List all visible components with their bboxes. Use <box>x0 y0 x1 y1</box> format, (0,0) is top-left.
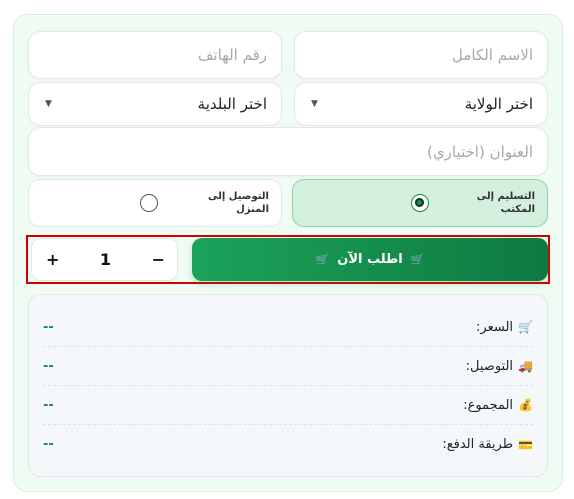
payment-value: -- <box>43 437 54 452</box>
state-select-value: اختر الولاية <box>464 95 533 113</box>
city-select-value: اختر البلدية <box>197 95 267 113</box>
address-field[interactable] <box>28 127 548 176</box>
price-label: السعر: <box>476 319 514 335</box>
cart-icon: 🛒 <box>410 253 425 266</box>
summary-row-payment: -- 💳 طريقة الدفع: <box>43 425 533 464</box>
summary-row-price: -- 🛒 السعر: <box>43 308 533 347</box>
delivery-home-option[interactable]: التوصيل إلى المنزل <box>28 179 282 227</box>
order-action-row: + 1 − 🛒 اطلب الآن 🛒 <box>26 235 550 284</box>
full-name-input[interactable] <box>295 32 547 78</box>
state-select[interactable]: ▼ اختر الولاية <box>294 82 548 126</box>
cart-icon: 🛒 <box>315 253 330 266</box>
total-value: -- <box>43 397 54 413</box>
order-summary: -- 🛒 السعر: -- 🚚 التوصيل: -- 💰 المجموع: -- … <box>28 294 548 477</box>
radio-unselected-icon[interactable] <box>140 194 158 212</box>
quantity-value: 1 <box>99 250 112 269</box>
radio-selected-icon[interactable] <box>411 194 429 212</box>
city-select[interactable]: ▼ اختر البلدية <box>28 82 282 126</box>
phone-input[interactable] <box>29 32 281 78</box>
order-now-label: اطلب الآن <box>337 252 403 267</box>
phone-field[interactable] <box>28 31 282 79</box>
order-now-button[interactable]: 🛒 اطلب الآن 🛒 <box>192 238 548 281</box>
payment-label: طريقة الدفع: <box>442 437 514 452</box>
decrement-button[interactable]: − <box>152 250 165 269</box>
price-value: -- <box>43 319 54 335</box>
delivery-home-label: التوصيل إلى المنزل <box>208 191 269 215</box>
address-input[interactable] <box>29 128 547 175</box>
delivery-value: -- <box>43 358 54 374</box>
delivery-office-option[interactable]: التسليم إلى المكتب <box>292 179 548 227</box>
total-label: المجموع: <box>463 397 514 413</box>
delivery-office-label: التسليم إلى المكتب <box>476 191 535 215</box>
summary-row-total: -- 💰 المجموع: <box>43 386 533 425</box>
chevron-down-icon: ▼ <box>45 99 52 109</box>
full-name-field[interactable] <box>294 31 548 79</box>
cart-icon: 🛒 <box>518 320 533 334</box>
quantity-stepper: + 1 − <box>31 238 178 281</box>
credit-card-icon: 💳 <box>518 437 533 452</box>
truck-icon: 🚚 <box>518 359 533 373</box>
summary-row-delivery: -- 🚚 التوصيل: <box>43 347 533 386</box>
money-bag-icon: 💰 <box>518 398 533 412</box>
increment-button[interactable]: + <box>46 250 59 269</box>
delivery-label: التوصيل: <box>465 358 514 374</box>
chevron-down-icon: ▼ <box>311 99 318 109</box>
